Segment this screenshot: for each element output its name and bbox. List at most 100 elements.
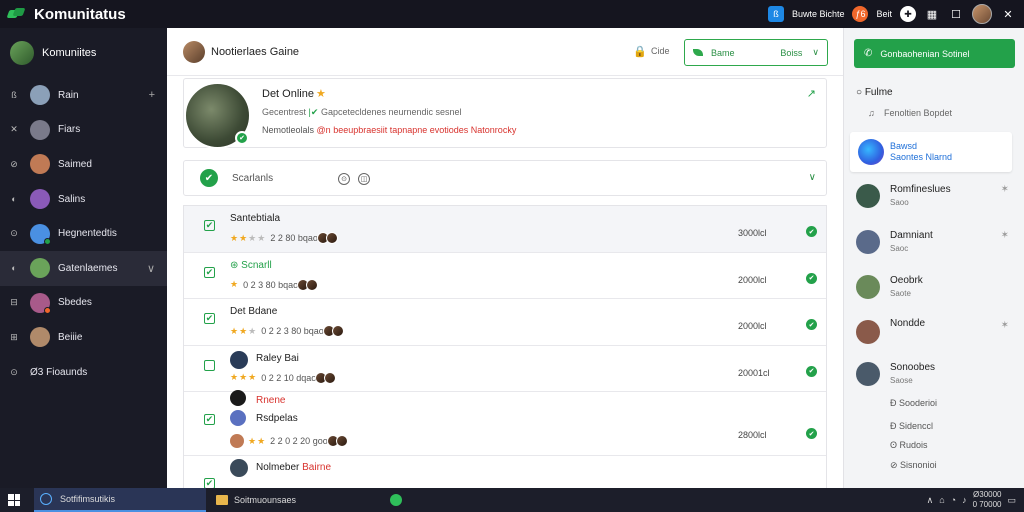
link-item[interactable]: Ð Sidenccl bbox=[890, 421, 933, 431]
taskbar-item-explorer[interactable]: Soitmuounsaes bbox=[208, 488, 378, 512]
volume-icon[interactable]: ♪ bbox=[962, 495, 967, 505]
grid-icon[interactable]: ▦ bbox=[924, 6, 940, 22]
rating-text: 0 2 2 10 dqaol bbox=[261, 372, 319, 383]
link-item[interactable]: ⊘ Sisnonioi bbox=[890, 460, 937, 471]
contact-item[interactable]: Sonoobes Saose bbox=[856, 358, 1021, 398]
contact-item[interactable]: Damniant Saoc ✶ bbox=[856, 226, 1021, 266]
network-icon[interactable]: ⌂ bbox=[939, 495, 944, 505]
row-rating: ★ 0 2 3 80 bqaol bbox=[230, 278, 319, 291]
sidebar-item[interactable]: ⊙ Hegnentedtis bbox=[0, 216, 167, 251]
notification-badge[interactable]: ß bbox=[767, 6, 784, 22]
checkbox[interactable]: ✔ bbox=[204, 313, 215, 324]
titlebar-label-1[interactable]: Buwte Bichte bbox=[792, 9, 845, 19]
server-list: ✔ Santebtiala ★ ★ ★ ★ 2 2 80 bqaol 3000lcl … bbox=[183, 205, 827, 488]
sidebar-item-label: Hegnentedtis bbox=[58, 228, 117, 240]
pin-icon[interactable]: ✶ bbox=[1001, 320, 1009, 331]
section-subtitle: Fenoltien Bopdet bbox=[884, 108, 953, 118]
checkbox[interactable]: ✔ bbox=[204, 266, 215, 278]
member-avatar bbox=[325, 232, 338, 244]
row-name: Rnene bbox=[256, 395, 286, 406]
star-icon: ★ bbox=[230, 279, 239, 289]
app-icon[interactable] bbox=[390, 494, 402, 506]
sync-icon[interactable]: ◔ bbox=[951, 495, 956, 505]
chevron-down-icon[interactable]: ∨ bbox=[147, 262, 155, 275]
contact-status: Saoc bbox=[890, 244, 909, 253]
list-row[interactable]: ✔ Santebtiala ★ ★ ★ ★ 2 2 80 bqaol 3000lcl … bbox=[184, 206, 826, 253]
taskbar-item-label: Sotfifimsutikis bbox=[60, 494, 116, 504]
add-icon[interactable]: + bbox=[149, 89, 155, 101]
online-status-dot bbox=[44, 237, 51, 245]
lock-icon[interactable]: 🔒 bbox=[633, 45, 647, 58]
contact-item[interactable]: Oeobrk Saote bbox=[856, 271, 1021, 311]
community-avatar bbox=[10, 41, 34, 65]
start-call-button[interactable]: ✆ Gonbaohenian Sotinel bbox=[854, 39, 1015, 68]
list-row[interactable]: ✔ Rnene Rsdpelas ★ ★ 2 2 0 2 20 gool 2800… bbox=[184, 390, 826, 456]
sidebar-item-label: Beiiie bbox=[58, 331, 83, 343]
chevron-up-icon[interactable]: ∧ bbox=[927, 495, 934, 506]
pin-icon[interactable]: ✶ bbox=[1001, 184, 1009, 195]
row-amount: 2000lcl bbox=[738, 274, 767, 285]
points-badge[interactable]: ƒ6 bbox=[852, 6, 869, 22]
star-icon: ★ bbox=[248, 372, 257, 382]
profile-tags-highlight[interactable]: @n beeupbraesiit tapnapne evotiodes Nato… bbox=[317, 125, 517, 135]
app-title: Komunitatus bbox=[34, 5, 126, 23]
maximize-icon[interactable]: ☐ bbox=[948, 6, 964, 22]
windows-start-icon[interactable] bbox=[8, 494, 20, 506]
featured-card[interactable]: Bawsd Saontes Nlarnd bbox=[850, 132, 1012, 172]
sidebar-item[interactable]: ✕ Fiars bbox=[0, 113, 167, 148]
contact-status: Saote bbox=[890, 289, 911, 298]
user-avatar[interactable] bbox=[972, 4, 992, 24]
titlebar-label-2[interactable]: Beit bbox=[876, 9, 892, 19]
status-bar[interactable]: ✔ Scarlanls ⊙ ◫ ∨ bbox=[183, 160, 827, 196]
game-select[interactable]: Bame Boiss ∨ bbox=[684, 39, 828, 66]
notification-icon[interactable]: ▭ bbox=[1007, 495, 1016, 506]
sidebar-item-active[interactable]: ◐ Gatenlaemes ∨ bbox=[0, 250, 167, 286]
chevron-down-icon[interactable]: ∨ bbox=[809, 172, 816, 183]
checkbox[interactable]: ✔ bbox=[204, 414, 215, 425]
info-icon[interactable]: ◫ bbox=[358, 173, 370, 185]
sidebar-header-label: Komuniites bbox=[42, 47, 97, 59]
taskbar-item-browser[interactable]: Sotfifimsutikis bbox=[34, 488, 206, 512]
sidebar-item-label: Fiars bbox=[58, 124, 81, 136]
contact-name: Damniant bbox=[890, 230, 933, 241]
external-link-icon[interactable]: ↗ bbox=[807, 87, 816, 100]
profile-image[interactable]: ✔ bbox=[184, 82, 251, 149]
contact-status: Saoo bbox=[890, 198, 909, 207]
check-circle-icon: ✔ bbox=[200, 169, 218, 187]
sidebar-header[interactable]: Komuniites bbox=[0, 28, 167, 78]
pin-icon[interactable]: ✶ bbox=[1001, 230, 1009, 241]
list-row[interactable]: ✔ ⊛ Scnarll ★ 0 2 3 80 bqaol 2000lcl ✔ bbox=[184, 253, 826, 299]
clock[interactable]: Ø30000 0 70000 bbox=[973, 490, 1002, 510]
member-avatar bbox=[324, 371, 337, 384]
link-text: Rudois bbox=[899, 440, 928, 450]
clock-icon[interactable]: ⊙ bbox=[338, 173, 350, 185]
header-avatar bbox=[183, 40, 205, 63]
sidebar-item[interactable]: ◐ Salins bbox=[0, 182, 167, 217]
contact-item[interactable]: Nondde ✶ bbox=[856, 316, 1021, 356]
taskbar: Sotfifimsutikis Soitmuounsaes ∧ ⌂ ◔ ♪ Ø3… bbox=[0, 488, 1024, 512]
checkbox[interactable]: ✔ bbox=[204, 359, 215, 371]
sidebar-item[interactable]: ⊘ Saimed bbox=[0, 147, 167, 182]
contact-item[interactable]: Romfineslues Saoo ✶ bbox=[856, 180, 1021, 220]
list-row[interactable]: ✔ Raley Bai ★★★ 0 2 2 10 dqaol 20001cl ✔ bbox=[184, 346, 826, 392]
list-row[interactable]: ✔ Det Bdane ★ ★ ★ 0 2 2 3 80 bqaol 2000lcl… bbox=[184, 299, 826, 346]
sidebar-item-avatar bbox=[30, 223, 51, 245]
contact-avatar bbox=[856, 275, 880, 299]
link-item[interactable]: ʘ Rudois bbox=[890, 440, 928, 450]
sidebar-item[interactable]: ⊟ Sbedes bbox=[0, 286, 167, 321]
checkbox[interactable]: ✔ bbox=[204, 478, 215, 488]
close-icon[interactable]: ✕ bbox=[1000, 6, 1016, 22]
checkbox[interactable]: ✔ bbox=[204, 220, 215, 231]
star-icon: ★ bbox=[239, 372, 248, 382]
add-icon[interactable]: ✚ bbox=[900, 6, 916, 22]
title-bar: Komunitatus ß Buwte Bichte ƒ6 Beit ✚ ▦ ☐… bbox=[0, 0, 1024, 28]
link-text: Sooderioi bbox=[899, 398, 938, 408]
list-row[interactable]: ✔ Nolmeber Bairne bbox=[184, 456, 826, 488]
main-panel: Nootierlaes Gaine 🔒 Cide Bame Boiss ∨ ✔ … bbox=[167, 28, 843, 488]
sidebar-item[interactable]: ⊙ Ø3 Fioaunds bbox=[0, 355, 167, 390]
contact-name: Nondde bbox=[890, 318, 926, 329]
game-select-value: Boiss bbox=[780, 47, 803, 58]
link-item[interactable]: Ð Sooderioi bbox=[890, 398, 937, 408]
sidebar-item[interactable]: ⊞ Beiiie bbox=[0, 320, 167, 355]
sidebar-item[interactable]: ß Rain + bbox=[0, 78, 167, 113]
